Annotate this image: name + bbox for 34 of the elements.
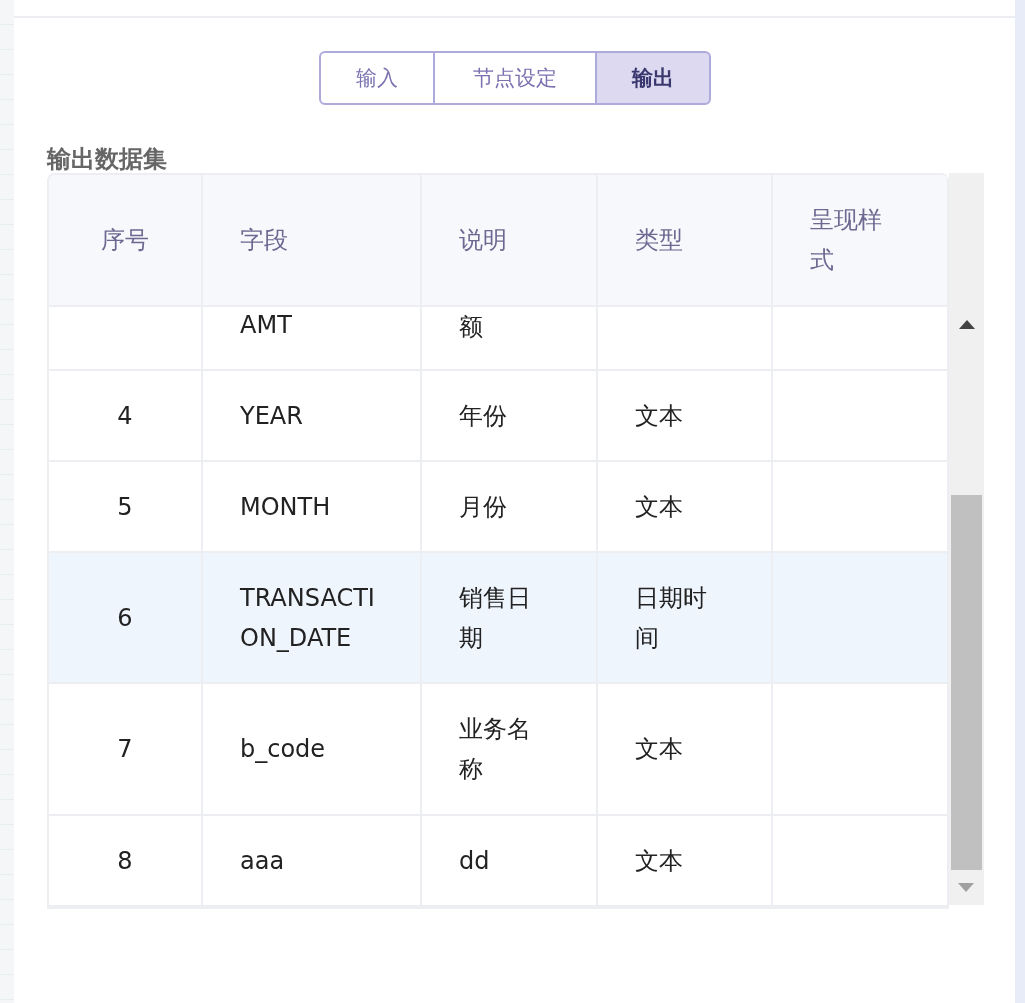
table-cell: 4 bbox=[49, 371, 203, 460]
table-cell: dd bbox=[422, 816, 598, 905]
scrollbar-thumb[interactable] bbox=[951, 495, 982, 870]
scrollbar[interactable] bbox=[949, 173, 984, 905]
table-cell: 日期时间 bbox=[598, 553, 773, 682]
table-cell: YEAR bbox=[203, 371, 422, 460]
tab[interactable]: 节点设定 bbox=[432, 51, 597, 105]
table-cell: 年份 bbox=[422, 371, 598, 460]
table-cell: AMT bbox=[203, 307, 422, 369]
table-cell: TRANSACTION_DATE bbox=[203, 553, 422, 682]
column-header: 字段 bbox=[203, 175, 422, 305]
table-cell: 文本 bbox=[598, 371, 773, 460]
column-header: 类型 bbox=[598, 175, 773, 305]
table-cell: 额 bbox=[422, 307, 598, 369]
table-cell: 5 bbox=[49, 462, 203, 551]
tab[interactable]: 输入 bbox=[318, 51, 435, 105]
scroll-up-icon[interactable] bbox=[958, 320, 975, 329]
table-cell: 业务名称 bbox=[422, 684, 598, 814]
table-cell: 7 bbox=[49, 684, 203, 814]
table-cell: 文本 bbox=[598, 816, 773, 905]
column-header: 说明 bbox=[422, 175, 598, 305]
table-cell: 8 bbox=[49, 816, 203, 905]
tab[interactable]: 输出 bbox=[594, 51, 711, 105]
table-cell: 文本 bbox=[598, 684, 773, 814]
table-cell: aaa bbox=[203, 816, 422, 905]
table-cell: 6 bbox=[49, 553, 203, 682]
scroll-down-icon[interactable] bbox=[958, 883, 974, 892]
section-title: 输出数据集 bbox=[47, 145, 168, 173]
table-cell: 月份 bbox=[422, 462, 598, 551]
table-cell: 销售日期 bbox=[422, 553, 598, 682]
table-cell: 文本 bbox=[598, 462, 773, 551]
column-header: 序号 bbox=[49, 175, 203, 305]
table-cell: b_code bbox=[203, 684, 422, 814]
table-cell: MONTH bbox=[203, 462, 422, 551]
